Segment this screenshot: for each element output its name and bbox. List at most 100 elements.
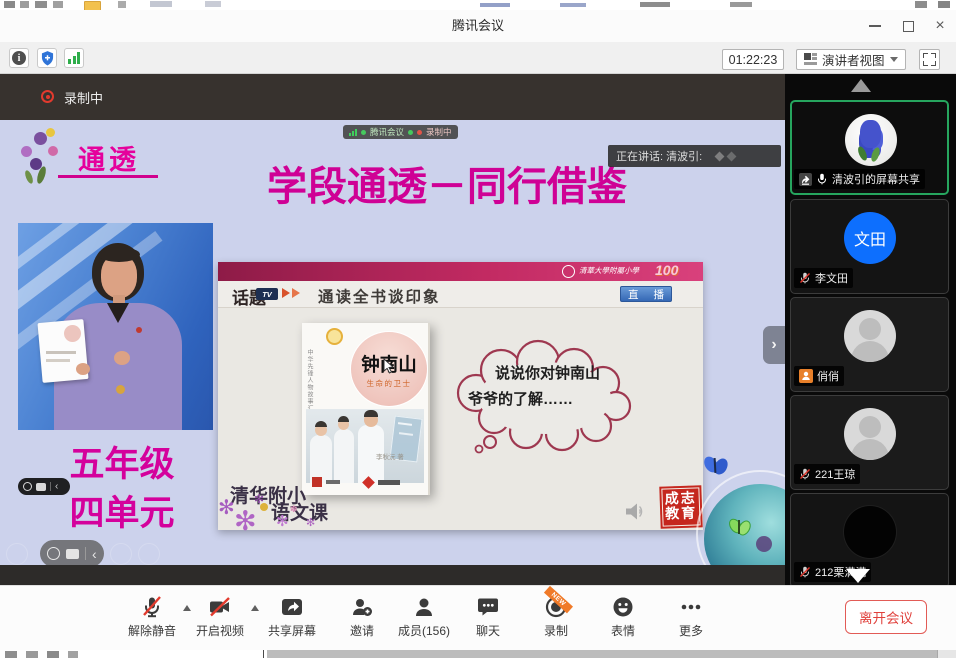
cursor-icon <box>383 358 395 374</box>
signal-bars-icon <box>349 129 357 136</box>
screen-share-icon <box>799 173 812 186</box>
more-button[interactable]: 更多 <box>654 595 728 639</box>
participants-sidebar: 清波引的屏幕共享 文田 李文田 <box>785 74 956 585</box>
reactions-button[interactable]: 表情 <box>586 595 660 639</box>
seal-icon <box>326 328 343 345</box>
decor <box>860 120 881 148</box>
chat-button[interactable]: 聊天 <box>451 595 525 639</box>
share-screen-button[interactable]: 共享屏幕 <box>255 595 329 639</box>
ghost-magnifier-icon <box>110 543 132 565</box>
view-mode-button[interactable]: 演讲者视图 <box>796 49 906 70</box>
flower-decoration: ✻ <box>218 498 235 518</box>
maximize-button[interactable] <box>893 10 923 42</box>
smiley-icon <box>611 595 635 619</box>
security-button[interactable] <box>37 48 57 68</box>
decor <box>326 480 340 484</box>
ghost-more-icon <box>138 543 160 565</box>
book-cover: 中华先锋人物故事汇 钟南山 钟南山 生命的卫士 <box>302 323 430 495</box>
share-screen-icon <box>280 595 304 619</box>
members-button[interactable]: 成员(156) <box>387 595 461 639</box>
scroll-up-arrow[interactable] <box>851 79 871 92</box>
decor <box>938 1 950 8</box>
avatar <box>844 310 896 362</box>
decor <box>870 146 882 162</box>
recording-status-bar: 录制中 <box>0 74 785 120</box>
record-button[interactable]: 录制 NEW <box>519 595 593 639</box>
letterbox-band <box>0 565 785 585</box>
participant-tile[interactable]: 221王琼 <box>790 395 949 490</box>
layout-icon <box>804 53 817 66</box>
bubble-text-line1: 说说你对钟南山 <box>495 362 600 383</box>
collapse-panel-tab[interactable]: › <box>763 326 785 364</box>
participant-name-label: 清波引的屏幕共享 <box>794 169 925 189</box>
publisher-logo <box>312 477 322 487</box>
close-button[interactable]: × <box>925 10 955 42</box>
decor <box>20 1 29 8</box>
book-subtitle: 生命的卫士 <box>351 378 427 389</box>
meeting-info-button[interactable]: i <box>9 48 29 68</box>
voice-wave-icon <box>727 151 737 161</box>
leave-meeting-button[interactable]: 离开会议 <box>845 600 927 634</box>
decor <box>68 651 78 658</box>
scroll-down-arrow[interactable] <box>846 569 870 583</box>
decor <box>76 363 90 375</box>
minimize-button[interactable] <box>860 10 890 42</box>
reaction-quickbar-small[interactable]: ‹ <box>18 478 70 495</box>
decor <box>205 1 221 7</box>
status-recording: 录制中 <box>426 126 452 138</box>
decor <box>292 288 300 298</box>
decor <box>26 651 38 658</box>
mic-muted-icon <box>799 272 811 284</box>
participant-tile[interactable]: 清波引的屏幕共享 <box>790 100 949 195</box>
topic-title: 通读全书谈印象 <box>318 285 441 307</box>
meeting-timer: 01:22:23 <box>722 49 784 70</box>
minimize-icon <box>869 25 881 27</box>
chevron-down-icon <box>890 57 898 62</box>
ghost-circle <box>6 543 28 565</box>
participant-tile[interactable]: 俏俏 <box>790 297 949 392</box>
decor <box>107 303 129 323</box>
info-icon: i <box>12 51 26 65</box>
cetv-logo: TV <box>256 288 278 300</box>
decor <box>560 3 586 7</box>
window-title: 腾讯会议 <box>0 10 956 42</box>
book-author: 李秋沅 著 <box>376 451 404 461</box>
network-status-button[interactable] <box>64 48 84 68</box>
decor <box>937 650 956 658</box>
avatar <box>844 408 896 460</box>
anniversary-badge: 100 <box>655 262 678 278</box>
start-video-button[interactable]: 开启视频 <box>183 595 257 639</box>
bottom-toolbar: 解除静音 开启视频 共享屏幕 <box>0 585 956 650</box>
invite-person-icon <box>350 595 374 619</box>
camera-off-icon <box>208 595 232 619</box>
slide-title: 学段通透－同行借鉴 <box>222 154 672 212</box>
divider <box>85 547 86 560</box>
mic-on-icon <box>816 173 828 185</box>
lesson-slide-card: 清華大學附屬小學 100 话题 TV 通读全书谈印象 直 播 中华先锋人物故事汇… <box>218 262 703 530</box>
smiley-icon <box>23 482 32 491</box>
collapse-chevron-icon: ‹ <box>55 482 58 491</box>
decor <box>5 651 17 658</box>
avatar <box>844 506 896 558</box>
grade-text-line1: 五年级 <box>57 436 187 487</box>
flower-decoration: ✻ <box>306 518 315 529</box>
school-name: 清華大學附屬小學 <box>579 265 639 276</box>
school-logo-icon <box>562 265 575 278</box>
unmute-button[interactable]: 解除静音 <box>115 595 189 639</box>
participant-name-label: 221王琼 <box>794 464 860 484</box>
decor <box>756 536 772 552</box>
live-badge: 直 播 <box>620 286 672 302</box>
participant-tile[interactable]: 文田 李文田 <box>790 199 949 294</box>
speaker-icon <box>624 502 646 521</box>
decor <box>263 650 264 658</box>
scrollbar-fragment[interactable] <box>267 650 937 658</box>
view-mode-label: 演讲者视图 <box>822 50 885 69</box>
decor <box>98 247 140 262</box>
recording-dot-icon <box>41 90 54 103</box>
avatar-initials: 文田 <box>854 226 886 250</box>
reaction-quickbar-large[interactable]: ‹ <box>40 540 104 565</box>
shared-app-status-pill: 腾讯会议 录制中 <box>343 125 458 139</box>
background-window-fragment <box>0 650 956 658</box>
fullscreen-button[interactable] <box>919 49 940 70</box>
stamp-line1: 成志 <box>664 491 697 507</box>
